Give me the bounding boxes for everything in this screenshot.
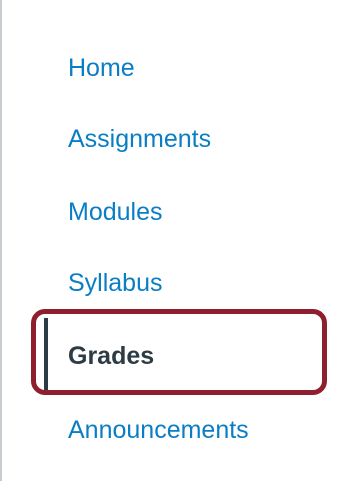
active-indicator bbox=[44, 318, 48, 394]
nav-link-home[interactable]: Home bbox=[68, 48, 135, 88]
course-navigation: Home Assignments Modules Syllabus Grades… bbox=[0, 0, 346, 481]
nav-link-grades[interactable]: Grades bbox=[68, 336, 154, 376]
nav-link-assignments[interactable]: Assignments bbox=[68, 119, 211, 159]
nav-link-modules[interactable]: Modules bbox=[68, 192, 163, 232]
nav-item-grades-active[interactable]: Grades bbox=[44, 318, 214, 394]
nav-link-syllabus[interactable]: Syllabus bbox=[68, 263, 163, 303]
nav-link-announcements[interactable]: Announcements bbox=[68, 410, 249, 450]
